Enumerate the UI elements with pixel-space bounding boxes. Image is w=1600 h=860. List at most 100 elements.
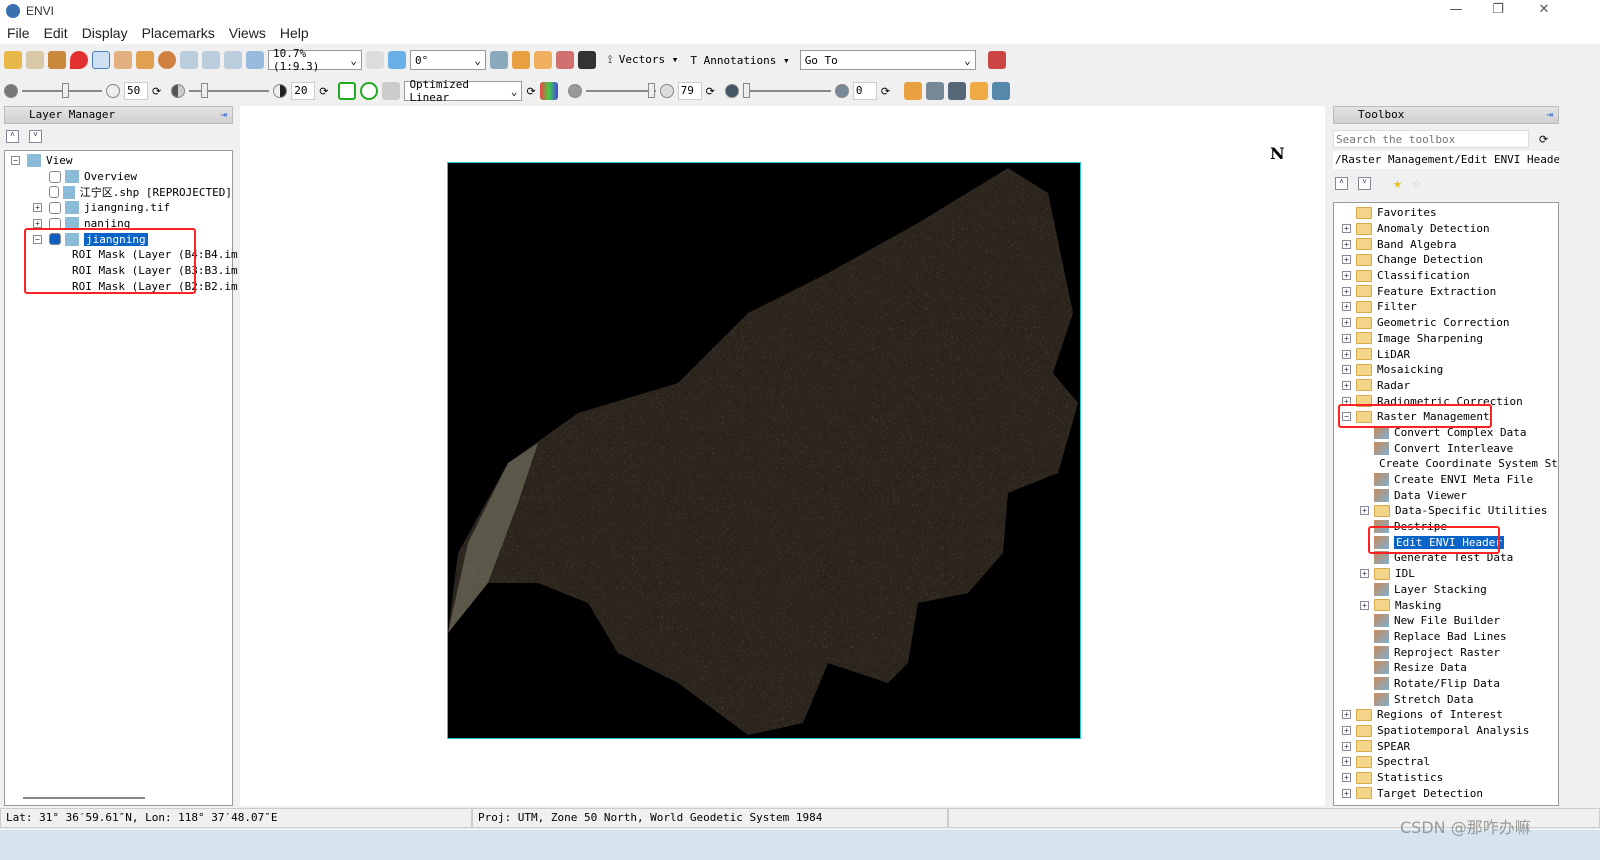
toolbox-item[interactable]: Replace Bad Lines [1334,629,1558,645]
toolbox-item[interactable]: New File Builder [1334,613,1558,629]
visibility-checkbox[interactable] [49,170,61,183]
expander-icon[interactable]: + [1342,365,1351,375]
menu-file[interactable]: File [0,25,37,41]
toolbox-item[interactable]: + Spectral [1334,754,1558,770]
zoom-in-icon[interactable] [202,51,220,69]
sharpen-value[interactable]: 79 [677,82,702,100]
expander-icon[interactable]: + [1360,569,1369,579]
move-up-button[interactable]: ˄ [6,130,19,143]
data-manager-icon[interactable] [26,51,44,69]
expander-icon[interactable]: + [1342,302,1351,312]
measure-icon[interactable] [904,82,923,100]
remove-favorite-icon[interactable]: ☆ [1412,174,1421,192]
north-arrow-icon[interactable] [388,51,406,69]
image-view[interactable]: N [240,106,1325,806]
stretch-lock-icon[interactable] [382,82,401,100]
toolbox-item[interactable]: + Statistics [1334,770,1558,786]
horizontal-scrollbar[interactable] [23,797,145,799]
menu-edit[interactable]: Edit [37,25,75,41]
expander-icon[interactable]: + [1342,726,1351,736]
toolbox-item[interactable]: + Geometric Correction [1334,315,1558,331]
rotate-north-up-icon[interactable] [366,51,384,69]
expander-icon[interactable]: + [1342,773,1351,783]
transparency-slider[interactable] [742,83,831,98]
visibility-checkbox[interactable] [49,201,61,214]
menu-help[interactable]: Help [273,25,316,41]
stretch-select[interactable]: Optimized Linear ⌄ [404,78,523,104]
select-cursor-icon[interactable] [92,51,110,69]
toolbox-item[interactable]: Reproject Raster [1334,644,1558,660]
toolbox-item[interactable]: + Anomaly Detection [1334,221,1558,237]
toolbox-item[interactable]: + IDL [1334,566,1558,582]
move-up-button[interactable]: ˄ [1335,176,1348,190]
contrast-value[interactable]: 20 [291,82,316,100]
reset-sharpen-icon[interactable]: ⟳ [706,85,715,98]
view-flicker-icon[interactable] [970,82,989,100]
zoom-out-icon[interactable] [224,51,242,69]
color-profile-icon[interactable] [512,51,530,69]
layer-item[interactable]: + jiangning.tif [5,200,232,216]
expander-icon[interactable]: + [1360,600,1369,610]
add-favorite-icon[interactable]: ★ [1393,174,1402,192]
roi-icon[interactable] [556,51,574,69]
toolbox-item[interactable]: Data Viewer [1334,487,1558,503]
pixel-locator-icon[interactable] [578,51,596,69]
toolbox-item[interactable]: + LiDAR [1334,346,1558,362]
maximize-button[interactable]: ❐ [1478,2,1518,17]
annotations-menu[interactable]: T Annotations ▾ [690,54,789,67]
toolbox-search-input[interactable] [1333,130,1529,148]
toolbox-item[interactable]: + Data-Specific Utilities [1334,503,1558,519]
rotation-select[interactable]: 0° ⌄ [410,50,486,70]
expander-icon[interactable]: − [11,156,20,166]
visibility-checkbox[interactable] [49,186,60,199]
layer-item[interactable]: Overview [5,169,232,185]
reset-stretch-icon[interactable]: ⟳ [526,85,535,98]
toolbox-item[interactable]: Rotate/Flip Data [1334,676,1558,692]
expander-icon[interactable]: + [1342,710,1351,720]
toolbox-item[interactable]: + Band Algebra [1334,236,1558,252]
brightness-slider[interactable] [22,83,102,98]
expander-icon[interactable]: + [1342,741,1351,751]
toolbox-item[interactable]: + Masking [1334,597,1558,613]
toolbox-item[interactable]: Stretch Data [1334,691,1558,707]
toolbox-item[interactable]: + Classification [1334,268,1558,284]
menu-views[interactable]: Views [222,25,273,41]
sharpen-slider[interactable] [585,83,656,98]
expander-icon[interactable]: + [1342,286,1351,296]
expander-icon[interactable]: + [1342,333,1351,343]
expander-icon[interactable]: + [1342,239,1351,249]
expander-icon[interactable]: + [1342,757,1351,767]
stretch-view-icon[interactable] [338,82,357,100]
pan-hand-icon[interactable] [114,51,132,69]
expander-icon[interactable]: + [1360,506,1369,516]
toolbox-item[interactable]: Favorites [1334,205,1558,221]
spectral-profile-icon[interactable] [490,51,508,69]
crop-icon[interactable] [48,51,66,69]
layer-item[interactable]: − View [5,153,232,169]
toolbox-item[interactable]: + Mosaicking [1334,362,1558,378]
toolbox-item[interactable]: + Regions of Interest [1334,707,1558,723]
toolbox-item[interactable]: Layer Stacking [1334,582,1558,598]
transparency-value[interactable]: 0 [852,82,877,100]
vectors-menu[interactable]: ⟟ Vectors ▾ [608,53,678,67]
zoom-fit-icon[interactable] [180,51,198,69]
zoom-full-icon[interactable] [246,51,264,69]
toolbox-item[interactable]: + Spatiotemporal Analysis [1334,723,1558,739]
view-blend-icon[interactable] [948,82,967,100]
toolbox-item[interactable]: Create ENVI Meta File [1334,472,1558,488]
expander-icon[interactable]: + [33,219,42,229]
move-down-button[interactable]: ˅ [1358,176,1371,190]
menu-display[interactable]: Display [75,25,135,41]
reset-transparency-icon[interactable]: ⟳ [881,85,890,98]
histogram-icon[interactable] [539,82,558,100]
task-notifications-icon[interactable] [987,51,1006,69]
expander-icon[interactable]: + [1342,349,1351,359]
expander-icon[interactable]: + [1342,788,1351,798]
toolbox-item[interactable]: Resize Data [1334,660,1558,676]
zoom-select[interactable]: 10.7% (1:9.3) ⌄ [268,47,362,73]
minimize-button[interactable]: — [1436,2,1476,17]
reset-brightness-icon[interactable]: ⟳ [152,85,161,98]
toolbox-item[interactable]: Create Coordinate System String [1334,456,1558,472]
toolbox-item[interactable]: + Change Detection [1334,252,1558,268]
raster-image[interactable] [447,162,1081,739]
